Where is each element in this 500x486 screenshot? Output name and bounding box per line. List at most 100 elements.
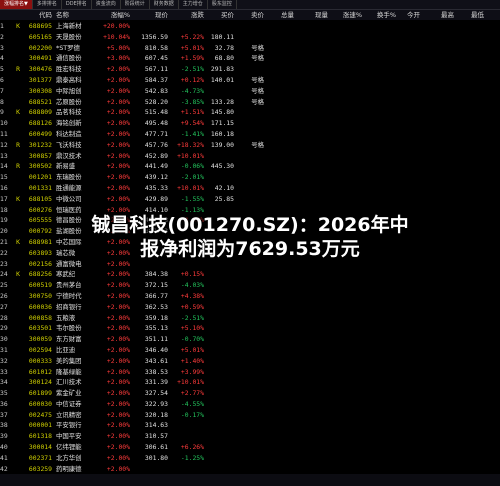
tab-7[interactable]: 股东监控: [208, 0, 237, 9]
cell-14: [420, 334, 454, 345]
cell-1: [14, 431, 22, 442]
column-header-0[interactable]: [0, 10, 14, 20]
cell-11: [328, 334, 362, 345]
table-row[interactable]: 26 300750 宁德时代 +2.00% 366.77 +4.38%: [0, 291, 500, 302]
cell-0: 32: [0, 356, 8, 365]
cell-2: 603259: [28, 464, 52, 473]
table-row[interactable]: 33 601012 隆基绿能 +2.00% 338.53 +3.99%: [0, 367, 500, 378]
table-row[interactable]: 3 002200 *ST罗德 +5.00% 810.58 +5.01% 32.78 号格: [0, 43, 500, 54]
column-header-12[interactable]: 换手%: [362, 10, 396, 20]
table-row[interactable]: 41 002371 北方华创 +2.00% 301.80 -1.25%: [0, 453, 500, 464]
table-row[interactable]: 2 605165 天晟股份 +10.04% 1356.59 +5.22% 180.11: [0, 32, 500, 43]
table-row[interactable]: 36 600030 中信证券 +2.00% 322.93 -4.55%: [0, 399, 500, 410]
table-row[interactable]: 39 601318 中国平安 +2.00% 310.57: [0, 431, 500, 442]
column-header-10[interactable]: 现量: [294, 10, 328, 20]
table-row[interactable]: 9 K 688809 品茗科技 +2.00% 515.48 +1.51% 145.80: [0, 107, 500, 118]
tab-2[interactable]: DDE排名: [62, 0, 92, 9]
column-header-3[interactable]: 名称: [52, 10, 96, 20]
cell-15: [454, 140, 484, 151]
cell-1: [14, 129, 22, 140]
column-header-8[interactable]: 卖价: [234, 10, 264, 20]
table-row[interactable]: 40 300014 亿纬锂能 +2.00% 306.61 +6.26%: [0, 442, 500, 453]
cell-4: +2.00%: [106, 173, 130, 182]
tab-4[interactable]: 阶段统计: [121, 0, 150, 9]
cell-6: -1.55%: [180, 194, 204, 203]
table-row[interactable]: 13 300857 鼎汉技术 +2.00% 452.89 +10.01%: [0, 151, 500, 162]
tab-6[interactable]: 主力增仓: [179, 0, 208, 9]
cell-7: 133.28: [210, 97, 234, 106]
cell-15: [454, 291, 484, 302]
cell-4: +2.00%: [106, 302, 130, 311]
column-header-14[interactable]: 最高: [420, 10, 454, 20]
table-row[interactable]: 17 K 688105 中微公司 +2.00% 429.89 -1.55% 25.85: [0, 194, 500, 205]
column-header-2[interactable]: 代码: [22, 10, 52, 20]
cell-12: [362, 161, 396, 172]
table-row[interactable]: 1 K 688695 上海新材 +20.00%: [0, 21, 500, 32]
cell-11: [328, 53, 362, 64]
column-header-15[interactable]: 最低: [454, 10, 484, 20]
table-row[interactable]: 38 000001 平安银行 +2.00% 314.63: [0, 420, 500, 431]
cell-0: 16: [0, 183, 8, 192]
cell-12: [362, 75, 396, 86]
cell-13: [396, 21, 420, 32]
cell-9: [264, 410, 294, 421]
cell-1: [14, 420, 22, 431]
cell-7: 145.80: [210, 108, 234, 117]
table-row[interactable]: 35 601899 紫金矿业 +2.00% 327.54 +2.77%: [0, 388, 500, 399]
cell-7: [204, 334, 234, 345]
cell-6: -2.01%: [180, 173, 204, 182]
table-row[interactable]: 11 600499 科达制造 +2.00% 477.71 -1.41% 160.18: [0, 129, 500, 140]
table-row[interactable]: 29 603501 韦尔股份 +2.00% 355.13 +5.10%: [0, 323, 500, 334]
tab-5[interactable]: 财务数据: [150, 0, 179, 9]
table-row[interactable]: 34 300124 汇川技术 +2.00% 331.39 +10.01%: [0, 377, 500, 388]
cell-6: +1.40%: [180, 356, 204, 365]
tab-1[interactable]: 多排排名: [33, 0, 62, 9]
table-row[interactable]: 16 001331 胜通能源 +2.00% 435.33 +10.01% 42.10: [0, 183, 500, 194]
tab-3[interactable]: 资金流向: [92, 0, 121, 9]
table-row[interactable]: 4 300491 通信股份 +3.00% 607.45 +1.59% 68.80 号格: [0, 53, 500, 64]
column-header-13[interactable]: 今开: [396, 10, 420, 20]
table-row[interactable]: 27 600036 招商银行 +2.00% 362.53 +0.59%: [0, 302, 500, 313]
cell-10: [294, 345, 328, 356]
cell-6: +3.99%: [180, 367, 204, 376]
table-row[interactable]: 5 R 300476 胜宏科技 +2.00% 567.11 -2.51% 291.83: [0, 64, 500, 75]
column-header-9[interactable]: 总量: [264, 10, 294, 20]
column-header-5[interactable]: 现价: [130, 10, 168, 20]
table-row[interactable]: 25 600519 贵州茅台 +2.00% 372.15 -4.03%: [0, 280, 500, 291]
table-row[interactable]: 6 301377 鼎泰高科 +2.00% 584.37 +0.12% 140.01 号格: [0, 75, 500, 86]
cell-7: [204, 302, 234, 313]
cell-2: 000333: [28, 356, 52, 365]
cell-11: [328, 280, 362, 291]
cell-8: [234, 291, 264, 302]
column-header-1[interactable]: [14, 10, 22, 20]
cell-10: [294, 323, 328, 334]
table-row[interactable]: 24 K 688256 寒武纪 +2.00% 384.38 +0.15%: [0, 269, 500, 280]
column-header-6[interactable]: 涨跌: [168, 10, 204, 20]
table-row[interactable]: 28 000858 五粮液 +2.00% 359.18 -2.51%: [0, 313, 500, 324]
table-row[interactable]: 14 R 300502 新易盛 +2.00% 441.49 -0.06% 445.30: [0, 161, 500, 172]
cell-6: +5.01%: [180, 345, 204, 354]
tab-0[interactable]: 涨幅排名▼: [0, 0, 33, 9]
table-row[interactable]: 12 R 301232 飞沃科技 +2.00% 457.76 +18.32% 139.00 号格: [0, 140, 500, 151]
table-row[interactable]: 31 002594 比亚迪 +2.00% 346.40 +5.01%: [0, 345, 500, 356]
cell-0: 5: [0, 65, 4, 74]
table-row[interactable]: 8 688521 芯原股份 +2.00% 528.20 -3.85% 133.28 号格: [0, 97, 500, 108]
column-header-11[interactable]: 涨速%: [328, 10, 362, 20]
cell-2: 300014: [28, 443, 52, 452]
table-row[interactable]: 32 000333 美的集团 +2.00% 343.61 +1.40%: [0, 356, 500, 367]
table-row[interactable]: 42 603259 药明康德 +2.00%: [0, 464, 500, 475]
cell-14: [420, 97, 454, 108]
table-row[interactable]: 15 001201 东瑞股份 +2.00% 439.12 -2.01%: [0, 172, 500, 183]
column-header-7[interactable]: 买价: [204, 10, 234, 20]
cell-0: 25: [0, 281, 8, 290]
column-header-4[interactable]: 涨幅%: [96, 10, 130, 20]
cell-10: [294, 334, 328, 345]
table-row[interactable]: 30 300059 东方财富 +2.00% 351.11 -0.70%: [0, 334, 500, 345]
cell-12: [362, 280, 396, 291]
cell-15: [454, 194, 484, 205]
table-row[interactable]: 7 300308 中际旭创 +2.00% 542.83 -4.73% 号格: [0, 86, 500, 97]
table-row[interactable]: 37 002475 立讯精密 +2.00% 320.18 -0.17%: [0, 410, 500, 421]
cell-4: +2.00%: [106, 183, 130, 192]
cell-6: -1.41%: [180, 129, 204, 138]
table-row[interactable]: 10 688126 海铭创新 +2.00% 495.48 +9.54% 171.15: [0, 118, 500, 129]
